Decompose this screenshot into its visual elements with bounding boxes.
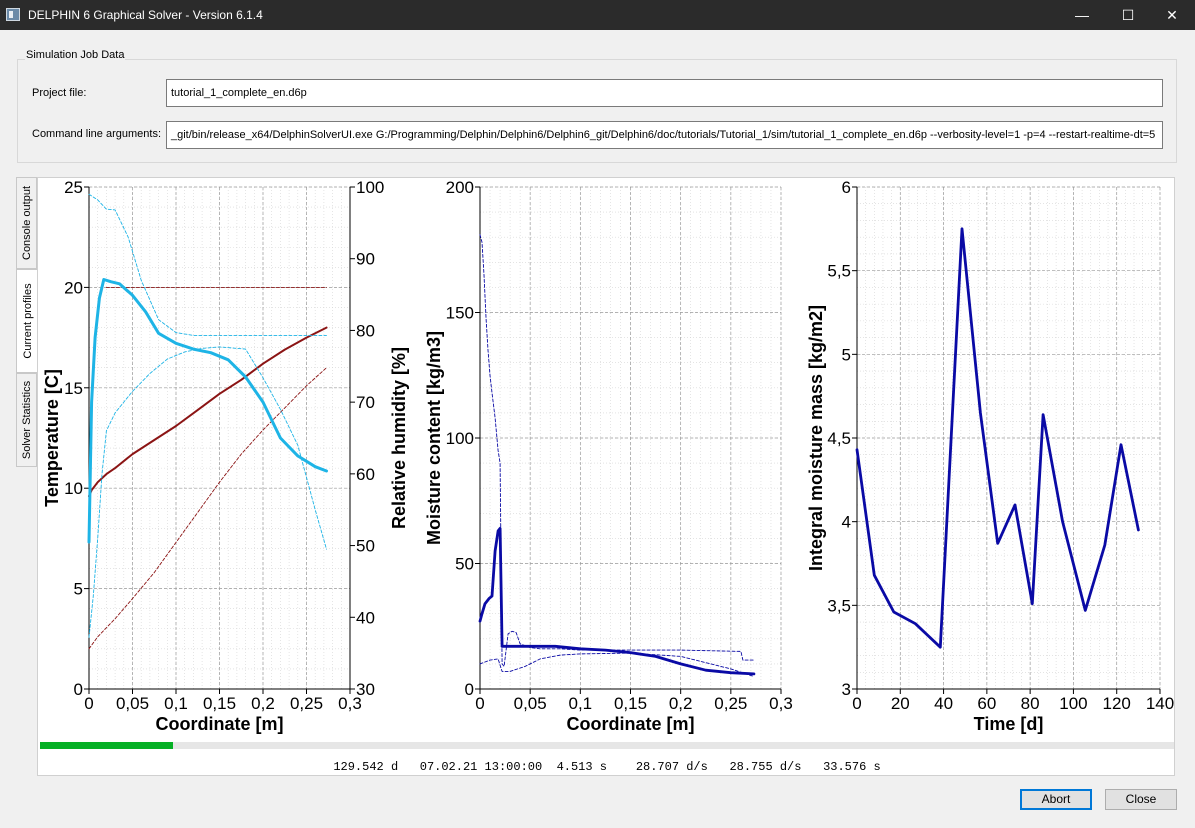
x-tick-label: 80 bbox=[1021, 694, 1040, 713]
sim-time: 129.542 d bbox=[333, 760, 399, 774]
y-tick-label: 4 bbox=[842, 513, 851, 532]
y-tick-label: 4,5 bbox=[827, 429, 851, 448]
progress-bar bbox=[40, 742, 1174, 749]
x-tick-label: 0 bbox=[475, 694, 484, 713]
rate-1: 28.707 d/s bbox=[635, 760, 708, 774]
y2-tick-label: 30 bbox=[356, 680, 375, 699]
y-tick-label: 50 bbox=[455, 555, 474, 574]
y2-tick-label: 90 bbox=[356, 250, 375, 269]
x-tick-label: 40 bbox=[934, 694, 953, 713]
y2-tick-label: 80 bbox=[356, 321, 375, 340]
chart-3: 0 20 40 60 80 100 120 140 3 3,5 4 4,5 5 5,5 6 Time [d] I… bbox=[806, 178, 1174, 734]
series-line bbox=[478, 527, 756, 676]
y2-tick-label: 60 bbox=[356, 465, 375, 484]
x-tick-label: 0,05 bbox=[116, 694, 149, 713]
y-axis-title: Integral moisture mass [kg/m2] bbox=[806, 305, 826, 571]
status-line: 129.542 d 07.02.21 13:00:00 4.513 s 28.7… bbox=[40, 760, 1174, 774]
abort-button[interactable]: Abort bbox=[1020, 789, 1092, 810]
x-tick-label: 0,25 bbox=[290, 694, 323, 713]
x-tick-label: 0,15 bbox=[614, 694, 647, 713]
x-tick-label: 0,25 bbox=[714, 694, 747, 713]
close-button[interactable]: Close bbox=[1105, 789, 1177, 810]
y-tick-label: 5 bbox=[842, 345, 851, 364]
y-tick-label: 100 bbox=[446, 429, 474, 448]
y-axis-title: Moisture content [kg/m3] bbox=[424, 331, 444, 545]
progress-fill bbox=[40, 742, 173, 749]
y2-tick-label: 40 bbox=[356, 608, 375, 627]
x-tick-label: 20 bbox=[891, 694, 910, 713]
series-line bbox=[87, 278, 328, 544]
y-tick-label: 15 bbox=[64, 379, 83, 398]
y-tick-label: 10 bbox=[64, 479, 83, 498]
x-tick-label: 140 bbox=[1146, 694, 1174, 713]
x-tick-label: 0,1 bbox=[569, 694, 593, 713]
y-tick-label: 6 bbox=[842, 178, 851, 197]
y-tick-label: 3 bbox=[842, 680, 851, 699]
y-tick-label: 5,5 bbox=[827, 262, 851, 281]
x-tick-label: 60 bbox=[977, 694, 996, 713]
x-tick-label: 0 bbox=[852, 694, 861, 713]
y2-tick-label: 100 bbox=[356, 178, 384, 197]
chart-1: 0 0,05 0,1 0,15 0,2 0,25 0,3051015202530405060… bbox=[42, 178, 409, 734]
series-line bbox=[88, 193, 327, 336]
chart-2: 0 0,05 0,1 0,15 0,2 0,25 0,3 0 50 100 150 200 Coordi… bbox=[424, 178, 793, 734]
y-axis-title: Temperature [C] bbox=[42, 369, 62, 507]
series-line bbox=[88, 346, 327, 638]
x-tick-label: 120 bbox=[1103, 694, 1131, 713]
y2-tick-label: 70 bbox=[356, 393, 375, 412]
wall-time: 4.513 s bbox=[556, 760, 607, 774]
y2-axis-title: Relative humidity [%] bbox=[389, 347, 409, 529]
y-tick-label: 0 bbox=[465, 680, 474, 699]
x-tick-label: 0,05 bbox=[514, 694, 547, 713]
y-tick-label: 5 bbox=[74, 580, 83, 599]
x-axis-title: Coordinate [m] bbox=[567, 714, 695, 734]
rate-2: 28.755 d/s bbox=[729, 760, 802, 774]
x-axis-title: Coordinate [m] bbox=[156, 714, 284, 734]
x-tick-label: 0,3 bbox=[769, 694, 793, 713]
y-tick-label: 20 bbox=[64, 278, 83, 297]
x-tick-label: 0 bbox=[84, 694, 93, 713]
y-tick-label: 0 bbox=[74, 680, 83, 699]
total-time: 33.576 s bbox=[823, 760, 881, 774]
charts-canvas: 0 0,05 0,1 0,15 0,2 0,25 0,3051015202530405060… bbox=[42, 178, 1174, 734]
y2-tick-label: 50 bbox=[356, 537, 375, 556]
x-axis-title: Time [d] bbox=[974, 714, 1044, 734]
x-tick-label: 0,2 bbox=[669, 694, 693, 713]
y-tick-label: 200 bbox=[446, 178, 474, 197]
series-line bbox=[479, 652, 755, 677]
sim-datetime: 07.02.21 13:00:00 bbox=[419, 760, 543, 774]
x-tick-label: 0,15 bbox=[203, 694, 236, 713]
series-line bbox=[479, 234, 755, 667]
x-tick-label: 100 bbox=[1059, 694, 1087, 713]
x-tick-label: 0,2 bbox=[251, 694, 275, 713]
y-tick-label: 150 bbox=[446, 304, 474, 323]
y-tick-label: 25 bbox=[64, 178, 83, 197]
y-tick-label: 3,5 bbox=[827, 596, 851, 615]
x-tick-label: 0,1 bbox=[164, 694, 188, 713]
